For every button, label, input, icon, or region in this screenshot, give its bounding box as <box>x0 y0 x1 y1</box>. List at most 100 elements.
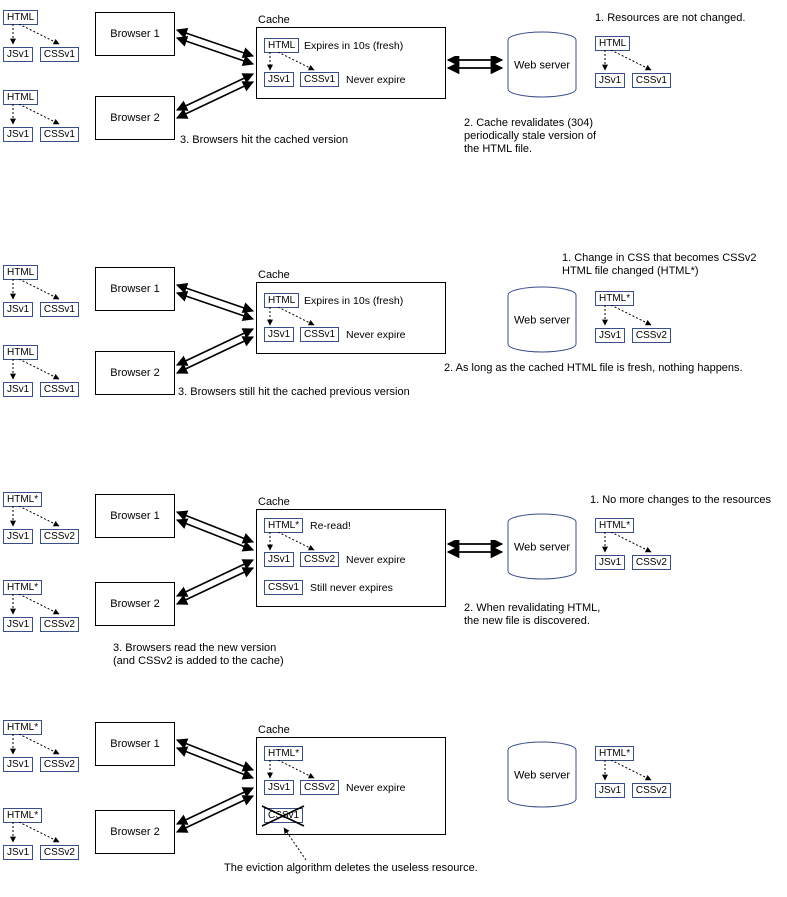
js-file-box: JSv1 <box>3 47 33 62</box>
js-file-box: JSv1 <box>3 302 33 317</box>
note-3a: 3. Browsers read the new version <box>113 642 276 654</box>
js-file-box: JSv1 <box>595 73 625 88</box>
note-2a: 2. Cache revalidates (304) <box>464 117 593 129</box>
note-3: 3. Browsers hit the cached version <box>180 134 348 146</box>
note-2b: periodically stale version of <box>464 130 596 142</box>
js-file-box: JSv1 <box>3 127 33 142</box>
js-file-box: JSv1 <box>595 555 625 570</box>
browser-1-box: Browser 1 <box>95 722 175 766</box>
cssv2-file-box: CSSv2 <box>632 328 671 343</box>
cache-line2-status: Never expire <box>346 554 406 566</box>
cache-label: Cache <box>258 496 290 508</box>
cache-label: Cache <box>258 14 290 26</box>
client-files-group: HTML JSv1 CSSv1 <box>3 90 79 142</box>
css-file-box: CSSv1 <box>40 127 79 142</box>
client-files-group: HTML* JSv1 CSSv2 <box>3 808 79 860</box>
browser-2-box: Browser 2 <box>95 810 175 854</box>
cache-cssv1-evicted-box: CSSv1 <box>264 808 303 823</box>
web-server-cylinder: Web server <box>506 286 578 354</box>
cache-cssv2-box: CSSv2 <box>300 780 339 795</box>
cssv2-file-box: CSSv2 <box>632 783 671 798</box>
js-file-box: JSv1 <box>3 382 33 397</box>
browser-1-box: Browser 1 <box>95 494 175 538</box>
browser-2-box: Browser 2 <box>95 351 175 395</box>
js-file-box: JSv1 <box>3 757 33 772</box>
html-star-file-box: HTML* <box>3 808 42 823</box>
client-files-group: HTML* JSv1 CSSv2 <box>3 580 79 632</box>
note-1: 1. Resources are not changed. <box>595 12 745 24</box>
note-eviction: The eviction algorithm deletes the usele… <box>224 862 478 874</box>
js-file-box: JSv1 <box>595 783 625 798</box>
html-star-file-box: HTML* <box>595 746 634 761</box>
cache-html-star-box: HTML* <box>264 518 303 533</box>
cache-line1-status: Expires in 10s (fresh) <box>304 295 403 307</box>
cache-js-box: JSv1 <box>264 780 294 795</box>
html-file-box: HTML <box>3 265 38 280</box>
web-server-cylinder: Web server <box>506 513 578 581</box>
web-server-cylinder: Web server <box>506 741 578 809</box>
note-2a: 2. When revalidating HTML, <box>464 602 600 614</box>
cache-label: Cache <box>258 269 290 281</box>
cache-js-box: JSv1 <box>264 72 294 87</box>
cache-html-star-box: HTML* <box>264 746 303 761</box>
css-file-box: CSSv1 <box>40 47 79 62</box>
browser-1-box: Browser 1 <box>95 12 175 56</box>
js-file-box: JSv1 <box>3 529 33 544</box>
server-files-group: HTML* JSv1 CSSv2 <box>595 746 671 798</box>
cssv2-file-box: CSSv2 <box>40 757 79 772</box>
html-file-box: HTML <box>3 345 38 360</box>
server-files-group: HTML* JSv1 CSSv2 <box>595 518 671 570</box>
browser-2-box: Browser 2 <box>95 96 175 140</box>
cssv2-file-box: CSSv2 <box>40 617 79 632</box>
cache-line1-status: Re-read! <box>310 520 351 532</box>
browser-1-box: Browser 1 <box>95 267 175 311</box>
client-files-group: HTML JSv1 CSSv1 <box>3 10 79 62</box>
browser-2-box: Browser 2 <box>95 582 175 626</box>
web-server-label: Web server <box>514 542 570 554</box>
cache-html-box: HTML <box>264 293 299 308</box>
client-files-group: HTML* JSv1 CSSv2 <box>3 720 79 772</box>
cache-line3-status: Still never expires <box>310 582 393 594</box>
cache-line1-status: Expires in 10s (fresh) <box>304 40 403 52</box>
cssv2-file-box: CSSv2 <box>40 529 79 544</box>
css-file-box: CSSv1 <box>632 73 671 88</box>
html-star-file-box: HTML* <box>3 492 42 507</box>
js-file-box: JSv1 <box>595 328 625 343</box>
html-star-file-box: HTML* <box>3 720 42 735</box>
html-star-file-box: HTML* <box>595 291 634 306</box>
note-2c: the HTML file. <box>464 143 532 155</box>
note-1b: HTML file changed (HTML*) <box>562 265 699 277</box>
cache-label: Cache <box>258 724 290 736</box>
cache-js-box: JSv1 <box>264 327 294 342</box>
web-server-cylinder: Web server <box>506 31 578 99</box>
css-file-box: CSSv1 <box>40 302 79 317</box>
cache-line2-status: Never expire <box>346 74 406 86</box>
html-star-file-box: HTML* <box>3 580 42 595</box>
cache-js-box: JSv1 <box>264 552 294 567</box>
note-2b: the new file is discovered. <box>464 615 590 627</box>
note-1a: 1. Change in CSS that becomes CSSv2 <box>562 252 756 264</box>
note-3b: (and CSSv2 is added to the cache) <box>113 655 284 667</box>
cache-cssv1-box: CSSv1 <box>264 580 303 595</box>
client-files-group: HTML* JSv1 CSSv2 <box>3 492 79 544</box>
css-file-box: CSSv1 <box>40 382 79 397</box>
server-files-group: HTML JSv1 CSSv1 <box>595 36 671 88</box>
html-file-box: HTML <box>595 36 630 51</box>
diagram-stage: HTML JSv1 CSSv1 HTML JSv1 CSSv1 Browser … <box>0 0 787 897</box>
web-server-label: Web server <box>514 315 570 327</box>
web-server-label: Web server <box>514 770 570 782</box>
web-server-label: Web server <box>514 60 570 72</box>
cache-cssv2-box: CSSv2 <box>300 552 339 567</box>
cache-line2-status: Never expire <box>346 329 406 341</box>
js-file-box: JSv1 <box>3 617 33 632</box>
cache-html-box: HTML <box>264 38 299 53</box>
cache-css-box: CSSv1 <box>300 327 339 342</box>
cssv2-file-box: CSSv2 <box>632 555 671 570</box>
note-2: 2. As long as the cached HTML file is fr… <box>444 362 743 374</box>
client-files-group: HTML JSv1 CSSv1 <box>3 345 79 397</box>
note-3: 3. Browsers still hit the cached previou… <box>178 386 410 398</box>
js-file-box: JSv1 <box>3 845 33 860</box>
cache-css-box: CSSv1 <box>300 72 339 87</box>
html-star-file-box: HTML* <box>595 518 634 533</box>
cache-line2-status: Never expire <box>346 782 406 794</box>
